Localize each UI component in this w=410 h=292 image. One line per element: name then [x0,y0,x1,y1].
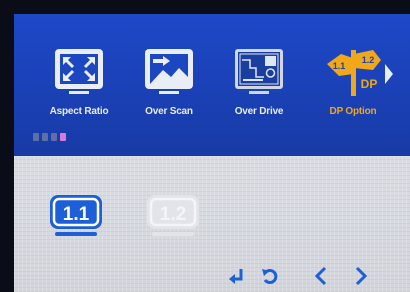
over-scan-icon [145,49,193,94]
page-dot [33,133,39,141]
option-1-2-label: 1.2 [160,204,186,225]
dp-icon-text-dp: DP [361,77,378,91]
chevron-right-icon[interactable] [384,62,394,86]
dp-icon-text-1-2: 1.2 [362,55,375,65]
page-dot [42,133,48,141]
monitor-osd-screen: Aspect Ratio Over Scan Over Drive 1.1 1.… [0,0,410,292]
menu-label-dp-option: DP Option [329,106,377,117]
back-icon[interactable] [260,266,280,286]
menu-item-over-scan[interactable]: Over Scan [124,46,214,117]
right-arrow-icon[interactable] [352,266,370,286]
option-1-1[interactable]: 1.1 [47,192,105,238]
over-drive-icon [235,49,283,94]
menu-label-over-scan: Over Scan [145,106,193,117]
screen-bezel-top [0,0,410,14]
menu-label-over-drive: Over Drive [234,106,284,117]
enter-icon[interactable] [226,266,246,286]
dp-option-icon: 1.1 1.2 DP [327,50,381,96]
dp-icon-text-1-1: 1.1 [333,61,346,71]
aspect-ratio-icon [55,49,103,94]
page-indicator [33,128,69,146]
page-dot-active [60,133,66,141]
menu-item-aspect-ratio[interactable]: Aspect Ratio [34,46,124,117]
menu-label-aspect-ratio: Aspect Ratio [49,106,109,117]
left-arrow-icon[interactable] [312,266,330,286]
option-1-1-label: 1.1 [63,204,90,225]
option-1-2[interactable]: 1.2 [144,192,202,238]
page-dot [51,133,57,141]
menu-item-over-drive[interactable]: Over Drive [214,46,304,117]
screen-bezel-left [0,0,14,292]
